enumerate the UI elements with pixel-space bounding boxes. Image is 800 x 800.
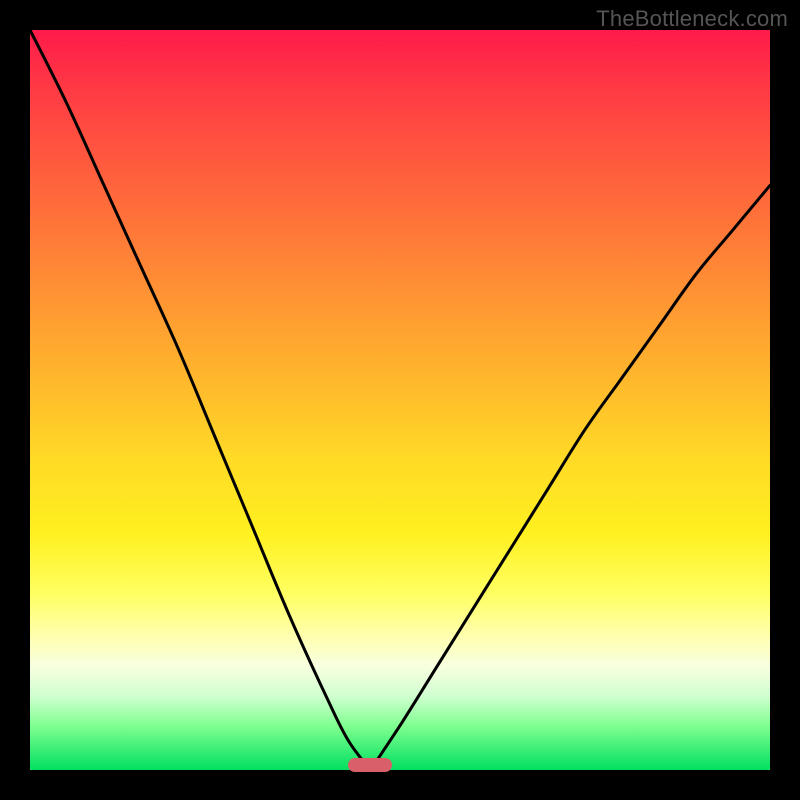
optimal-range-marker	[348, 758, 392, 772]
curve-left-branch	[30, 30, 370, 770]
watermark-text: TheBottleneck.com	[596, 6, 788, 32]
curve-right-branch	[370, 185, 770, 770]
bottleneck-curves	[30, 30, 770, 770]
chart-frame	[30, 30, 770, 770]
